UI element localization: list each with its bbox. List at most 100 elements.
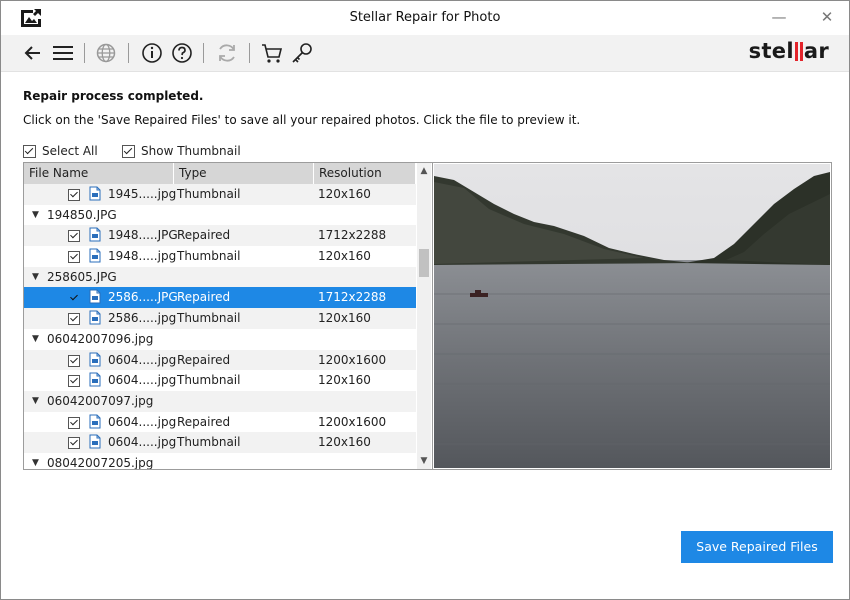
row-checkbox[interactable] bbox=[68, 416, 80, 429]
table-row[interactable]: 0604.....jpg Thumbnail 120x160 bbox=[24, 432, 416, 453]
file-type: Repaired bbox=[177, 290, 231, 305]
show-thumbnail-label: Show Thumbnail bbox=[141, 144, 241, 158]
file-resolution: 120x160 bbox=[318, 187, 371, 201]
file-name: 0604.....jpg bbox=[108, 435, 177, 450]
file-icon bbox=[89, 248, 101, 263]
toolbar: stel ar bbox=[1, 35, 849, 72]
row-checkbox[interactable] bbox=[68, 375, 80, 388]
toolbar-divider bbox=[203, 43, 204, 63]
cart-icon[interactable] bbox=[259, 40, 285, 66]
brand-text-left: stel bbox=[748, 39, 794, 63]
expand-chevron-icon[interactable]: ▼ bbox=[32, 391, 39, 412]
group-row[interactable]: ▼ 06042007097.jpg bbox=[24, 390, 416, 412]
file-icon bbox=[89, 434, 101, 449]
window-title: Stellar Repair for Photo bbox=[349, 10, 501, 25]
save-repaired-files-button[interactable]: Save Repaired Files bbox=[681, 531, 833, 563]
scroll-up-arrow-icon[interactable]: ▲ bbox=[417, 166, 431, 176]
column-header-type[interactable]: Type bbox=[174, 163, 314, 184]
file-type: Thumbnail bbox=[177, 311, 241, 326]
row-checkbox[interactable] bbox=[68, 354, 80, 367]
brand-text-right: ar bbox=[803, 39, 829, 63]
row-checkbox[interactable] bbox=[68, 230, 80, 243]
row-checkbox[interactable] bbox=[68, 189, 80, 201]
instruction-message: Click on the 'Save Repaired Files' to sa… bbox=[23, 113, 581, 127]
preview-lake-image bbox=[434, 164, 830, 468]
back-arrow-icon[interactable] bbox=[20, 40, 46, 66]
brand-bar-mark bbox=[794, 42, 798, 61]
refresh-icon[interactable] bbox=[214, 40, 240, 66]
key-icon[interactable] bbox=[289, 40, 315, 66]
column-header-file-name[interactable]: File Name bbox=[24, 163, 174, 184]
table-row[interactable]: 2586.....JPG Repaired 1712x2288 bbox=[24, 287, 416, 309]
toolbar-divider bbox=[128, 43, 129, 63]
table-row[interactable]: 0604.....jpg Repaired 1200x1600 bbox=[24, 412, 416, 433]
file-resolution: 120x160 bbox=[318, 311, 371, 326]
group-row[interactable]: ▼ 06042007096.jpg bbox=[24, 329, 416, 350]
expand-chevron-icon[interactable]: ▼ bbox=[32, 453, 39, 469]
file-name: 0604.....jpg bbox=[108, 352, 177, 367]
file-resolution: 120x160 bbox=[318, 249, 371, 264]
column-header-resolution[interactable]: Resolution bbox=[314, 163, 416, 184]
scrollbar-thumb[interactable] bbox=[419, 249, 429, 277]
minimize-button[interactable]: — bbox=[765, 5, 793, 29]
file-resolution: 1200x1600 bbox=[318, 352, 387, 367]
title-bar: Stellar Repair for Photo — ✕ bbox=[1, 1, 849, 35]
scroll-down-arrow-icon[interactable]: ▼ bbox=[417, 456, 431, 466]
row-checkbox[interactable] bbox=[68, 292, 80, 304]
photo-preview bbox=[432, 162, 832, 470]
help-icon[interactable] bbox=[169, 40, 195, 66]
row-checkbox[interactable] bbox=[68, 313, 80, 326]
group-row[interactable]: ▼ 194850.JPG bbox=[24, 205, 416, 226]
file-icon bbox=[89, 414, 101, 429]
file-name: 1945.....jpg bbox=[108, 187, 177, 201]
file-name: 0604.....jpg bbox=[108, 414, 177, 429]
table-header: File Name Type Resolution bbox=[24, 163, 416, 184]
group-name: 258605.JPG bbox=[47, 269, 117, 284]
file-type: Repaired bbox=[177, 352, 231, 367]
checkbox-box[interactable] bbox=[23, 144, 36, 158]
table-row[interactable]: 1945.....jpg Thumbnail 120x160 bbox=[24, 184, 416, 205]
status-message: Repair process completed. bbox=[23, 89, 204, 103]
select-all-checkbox[interactable]: Select All bbox=[23, 144, 98, 158]
row-checkbox[interactable] bbox=[68, 251, 80, 264]
vertical-scrollbar[interactable]: ▲ ▼ bbox=[417, 163, 431, 469]
info-icon[interactable] bbox=[139, 40, 165, 66]
table-row[interactable]: 0604.....jpg Thumbnail 120x160 bbox=[24, 370, 416, 391]
globe-icon[interactable] bbox=[93, 40, 119, 66]
table-row[interactable]: 1948.....jpg Thumbnail 120x160 bbox=[24, 246, 416, 267]
toolbar-divider bbox=[84, 43, 85, 63]
group-name: 06042007097.jpg bbox=[47, 393, 154, 408]
file-icon bbox=[89, 352, 101, 366]
file-tree: 1945.....jpg Thumbnail 120x160 ▼ 194850.JPG 1… bbox=[24, 184, 416, 469]
expand-chevron-icon[interactable]: ▼ bbox=[32, 205, 39, 226]
file-resolution: 120x160 bbox=[318, 373, 371, 388]
table-row[interactable]: 2586.....jpg Thumbnail 120x160 bbox=[24, 308, 416, 329]
brand-bar-mark bbox=[799, 42, 803, 61]
group-name: 06042007096.jpg bbox=[47, 331, 154, 346]
file-resolution: 1200x1600 bbox=[318, 414, 387, 429]
file-type: Thumbnail bbox=[177, 435, 241, 450]
file-resolution: 1712x2288 bbox=[318, 228, 387, 243]
checkbox-box[interactable] bbox=[122, 144, 135, 158]
row-checkbox[interactable] bbox=[68, 437, 80, 450]
file-type: Repaired bbox=[177, 228, 231, 243]
file-resolution: 1712x2288 bbox=[318, 290, 387, 305]
group-row[interactable]: ▼ 08042007205.jpg bbox=[24, 453, 416, 469]
expand-chevron-icon[interactable]: ▼ bbox=[32, 267, 39, 288]
expand-chevron-icon[interactable]: ▼ bbox=[32, 329, 39, 350]
close-button[interactable]: ✕ bbox=[813, 5, 841, 29]
menu-icon[interactable] bbox=[50, 40, 76, 66]
app-window: Stellar Repair for Photo — ✕ stel ar Rep… bbox=[0, 0, 850, 600]
file-name: 1948.....JPG bbox=[108, 228, 178, 243]
table-row[interactable]: 0604.....jpg Repaired 1200x1600 bbox=[24, 349, 416, 371]
select-all-label: Select All bbox=[42, 144, 98, 158]
show-thumbnail-checkbox[interactable]: Show Thumbnail bbox=[122, 144, 241, 158]
group-row[interactable]: ▼ 258605.JPG bbox=[24, 266, 416, 288]
file-name: 2586.....jpg bbox=[108, 311, 177, 326]
file-type: Thumbnail bbox=[177, 187, 241, 201]
table-row[interactable]: 1948.....JPG Repaired 1712x2288 bbox=[24, 225, 416, 247]
file-icon bbox=[89, 289, 101, 304]
file-icon bbox=[89, 372, 101, 387]
file-resolution: 120x160 bbox=[318, 435, 371, 450]
file-type: Thumbnail bbox=[177, 373, 241, 388]
